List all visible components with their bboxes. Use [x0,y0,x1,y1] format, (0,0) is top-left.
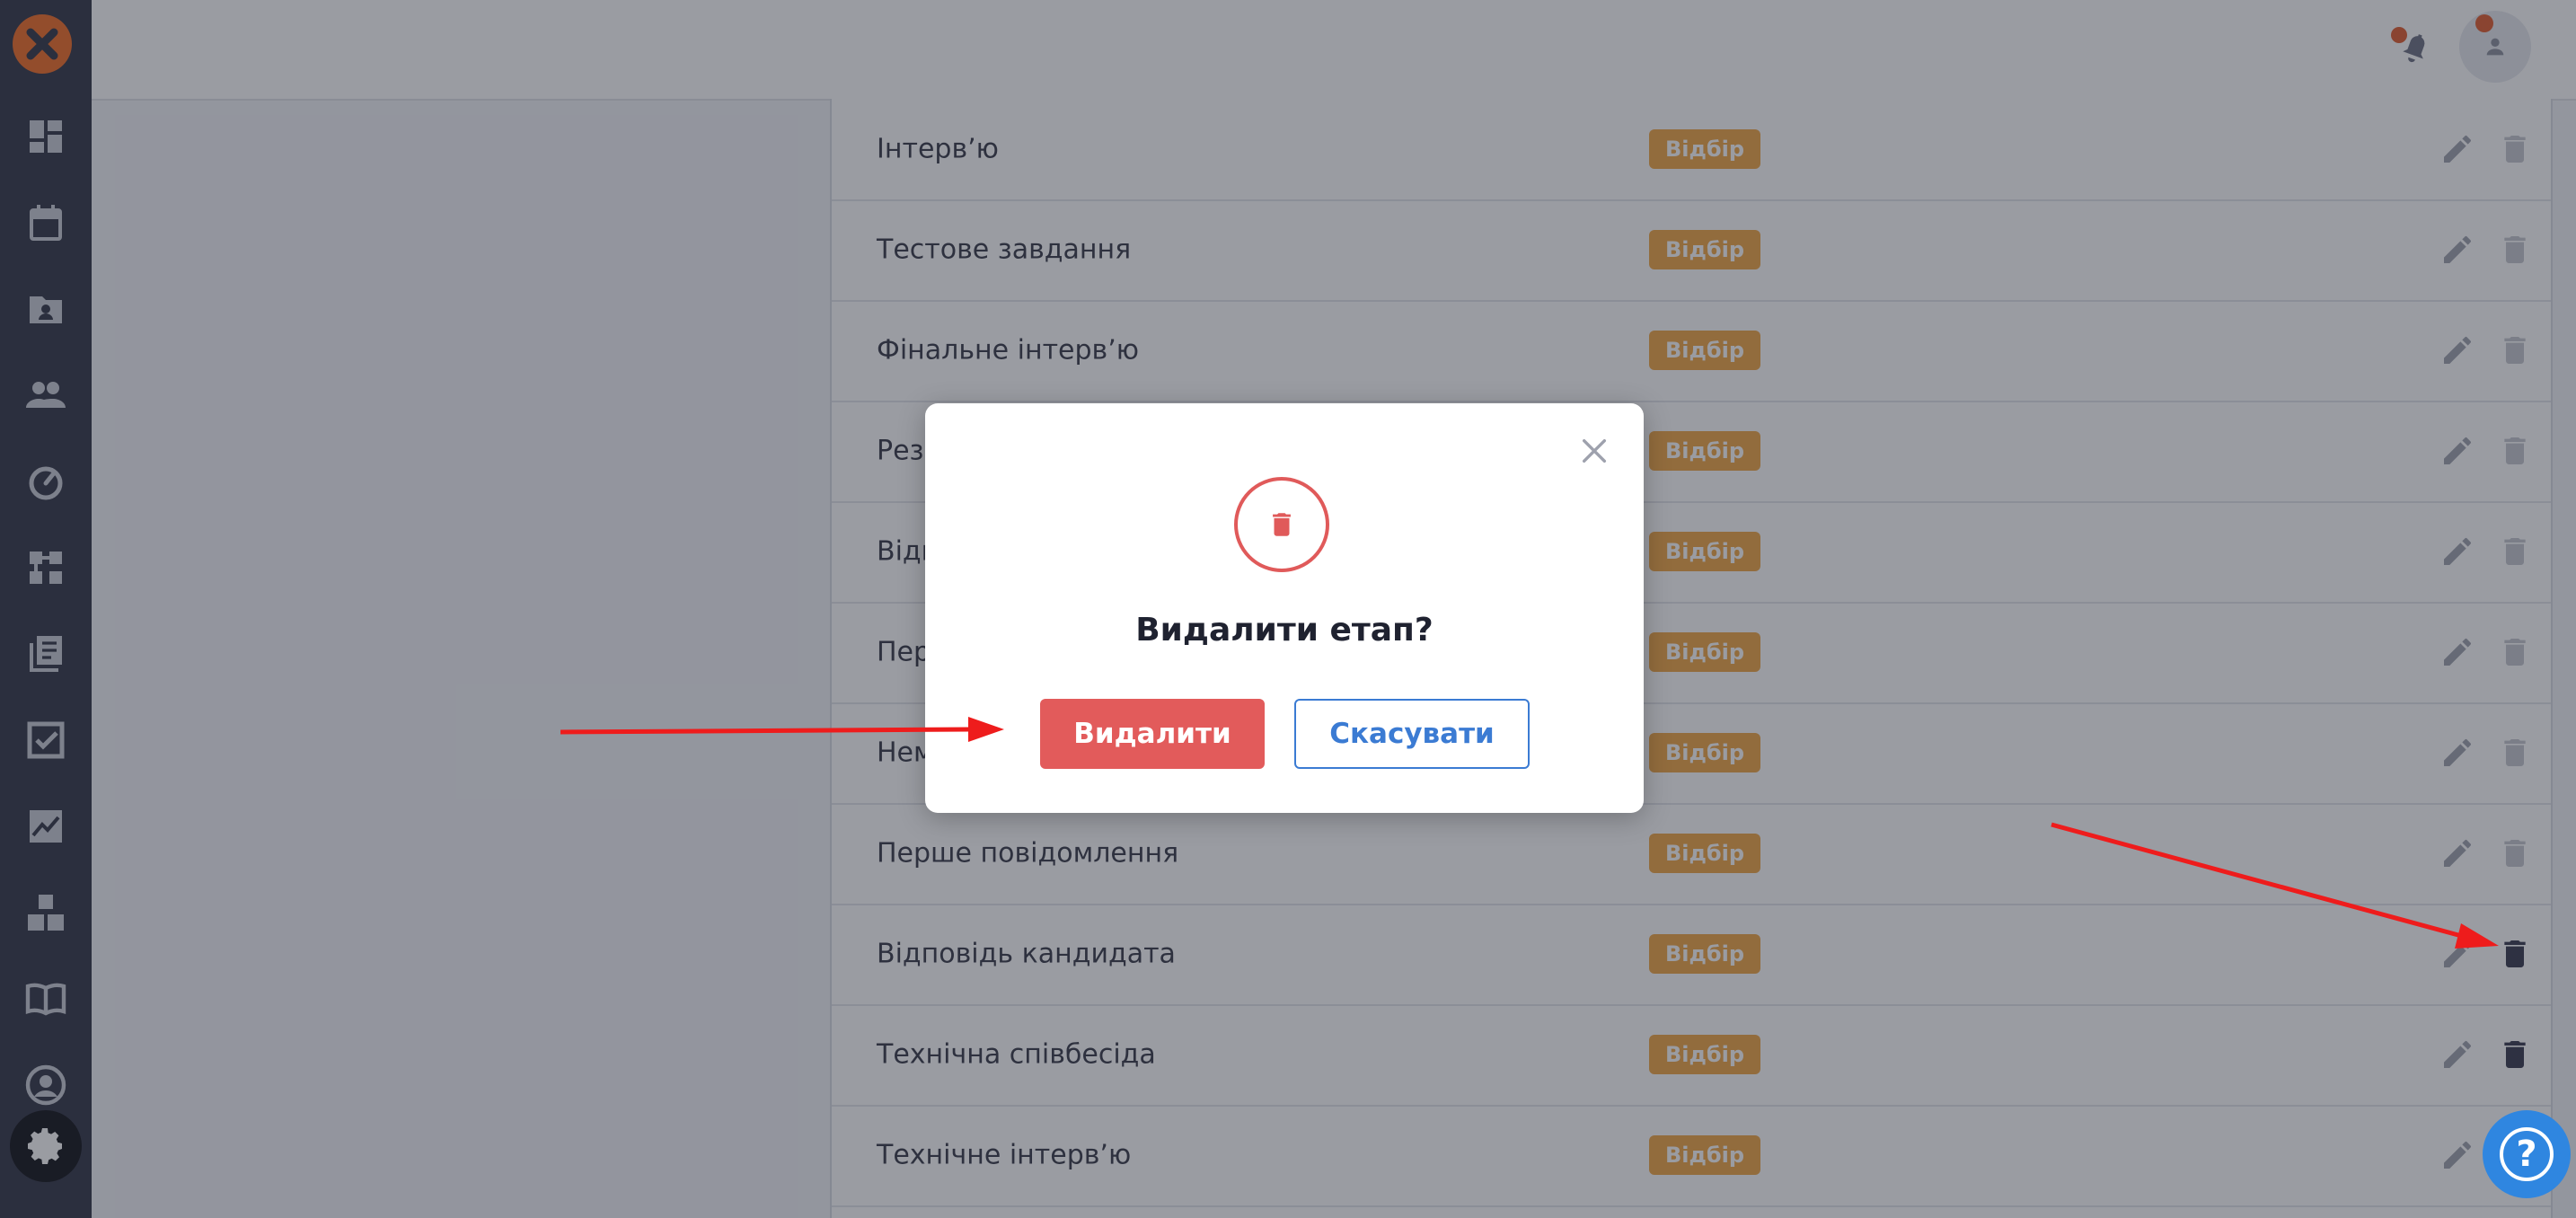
help-button[interactable]: ? [2483,1110,2571,1198]
delete-stage-dialog: Видалити етап? Видалити Скасувати [925,403,1644,813]
warning-circle [1234,477,1329,572]
help-icon: ? [2500,1127,2554,1181]
dialog-title: Видалити етап? [1135,612,1434,649]
close-icon[interactable] [1579,436,1610,466]
delete-button[interactable]: Видалити [1040,699,1265,769]
cancel-button[interactable]: Скасувати [1294,699,1530,769]
trash-icon [1273,513,1291,536]
